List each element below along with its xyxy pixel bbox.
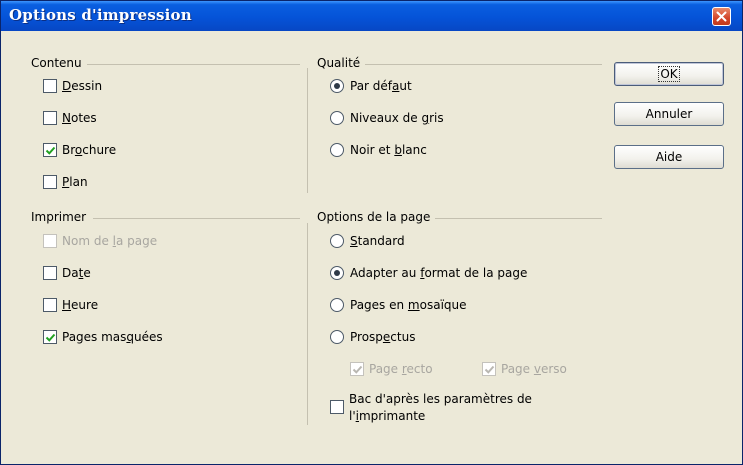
dialog-title: Options d'impression — [9, 6, 192, 24]
radio-par-defaut[interactable]: Par défaut — [330, 79, 412, 93]
column-separator-top — [307, 68, 308, 193]
checkbox-box[interactable] — [43, 175, 57, 189]
radio-niveaux-de-gris[interactable]: Niveaux de gris — [330, 111, 444, 125]
radio-label-noir-et-blanc: Noir et blanc — [350, 143, 427, 157]
checkbox-box[interactable] — [43, 330, 57, 344]
checkbox-label-nom-de-la-page: Nom de la page — [62, 234, 158, 248]
checkbox-label-dessin: Dessin — [62, 79, 103, 93]
radio-circle[interactable] — [330, 330, 344, 344]
section-rule-imprimer — [93, 218, 300, 219]
radio-label-niveaux-de-gris: Niveaux de gris — [350, 111, 444, 125]
section-title-options-de-la-page: Options de la page — [317, 210, 431, 224]
checkbox-box[interactable] — [43, 266, 57, 280]
checkbox-label-date: Date — [62, 266, 91, 280]
radio-standard[interactable]: Standard — [330, 234, 405, 248]
checkbox-box[interactable] — [43, 298, 57, 312]
checkbox-label-bac-imprimante: Bac d'après les paramètres de l'impriman… — [349, 392, 532, 423]
ok-button[interactable]: OK — [614, 62, 724, 86]
section-title-qualite: Qualité — [317, 56, 361, 70]
ok-button-label: OK — [658, 66, 680, 82]
checkbox-brochure[interactable]: Brochure — [43, 143, 116, 157]
section-rule-contenu — [87, 64, 300, 65]
radio-label-pages-en-mosaique: Pages en mosaïque — [350, 298, 467, 312]
radio-adapter-au-format[interactable]: Adapter au format de la page — [330, 266, 527, 280]
checkbox-label-pages-masquees: Pages masquées — [62, 330, 163, 344]
aide-button[interactable]: Aide — [614, 145, 724, 169]
checkbox-label-page-recto: Page recto — [369, 362, 433, 376]
checkmark-icon — [45, 333, 55, 342]
checkbox-date[interactable]: Date — [43, 266, 91, 280]
checkbox-label-brochure: Brochure — [62, 143, 117, 157]
radio-label-prospectus: Prospectus — [350, 330, 416, 344]
checkbox-pages-masquees[interactable]: Pages masquées — [43, 330, 163, 344]
close-icon — [716, 11, 727, 22]
checkbox-bac-imprimante[interactable]: Bac d'après les paramètres de l'impriman… — [330, 391, 549, 425]
checkbox-plan[interactable]: Plan — [43, 175, 88, 189]
radio-circle[interactable] — [330, 298, 344, 312]
column-separator-bottom — [307, 223, 308, 425]
radio-circle[interactable] — [330, 111, 344, 125]
section-title-contenu: Contenu — [31, 56, 82, 70]
radio-circle[interactable] — [330, 79, 344, 93]
checkmark-icon — [352, 365, 362, 374]
section-title-imprimer: Imprimer — [31, 210, 87, 224]
radio-circle[interactable] — [330, 234, 344, 248]
checkbox-dessin[interactable]: Dessin — [43, 79, 102, 93]
annuler-button[interactable]: Annuler — [614, 102, 724, 126]
checkbox-label-plan: Plan — [62, 175, 88, 189]
section-rule-qualite — [365, 64, 602, 65]
radio-dot-icon — [334, 83, 340, 89]
radio-noir-et-blanc[interactable]: Noir et blanc — [330, 143, 427, 157]
section-rule-options-de-la-page — [435, 218, 602, 219]
checkbox-box[interactable] — [330, 400, 344, 414]
checkmark-icon — [484, 365, 494, 374]
checkbox-page-verso: Page verso — [482, 362, 567, 376]
checkbox-box[interactable] — [43, 143, 57, 157]
radio-pages-en-mosaique[interactable]: Pages en mosaïque — [330, 298, 467, 312]
checkbox-nom-de-la-page: Nom de la page — [43, 234, 157, 248]
radio-prospectus[interactable]: Prospectus — [330, 330, 415, 344]
checkbox-box[interactable] — [43, 111, 57, 125]
close-button[interactable] — [712, 7, 731, 26]
checkbox-heure[interactable]: Heure — [43, 298, 98, 312]
checkbox-box — [482, 362, 496, 376]
checkbox-page-recto: Page recto — [350, 362, 433, 376]
checkmark-icon — [45, 146, 55, 155]
print-options-dialog: Options d'impression Contenu Dessin Note… — [0, 0, 743, 465]
checkbox-label-heure: Heure — [62, 298, 99, 312]
checkbox-box — [350, 362, 364, 376]
radio-dot-icon — [334, 270, 340, 276]
checkbox-box — [43, 234, 57, 248]
radio-label-adapter-au-format: Adapter au format de la page — [350, 266, 528, 280]
checkbox-label-notes: Notes — [62, 111, 97, 125]
radio-circle[interactable] — [330, 266, 344, 280]
checkbox-label-page-verso: Page verso — [501, 362, 567, 376]
radio-circle[interactable] — [330, 143, 344, 157]
title-bar[interactable]: Options d'impression — [1, 1, 742, 31]
checkbox-box[interactable] — [43, 79, 57, 93]
radio-label-par-defaut: Par défaut — [350, 79, 412, 93]
checkbox-notes[interactable]: Notes — [43, 111, 97, 125]
radio-label-standard: Standard — [350, 234, 405, 248]
